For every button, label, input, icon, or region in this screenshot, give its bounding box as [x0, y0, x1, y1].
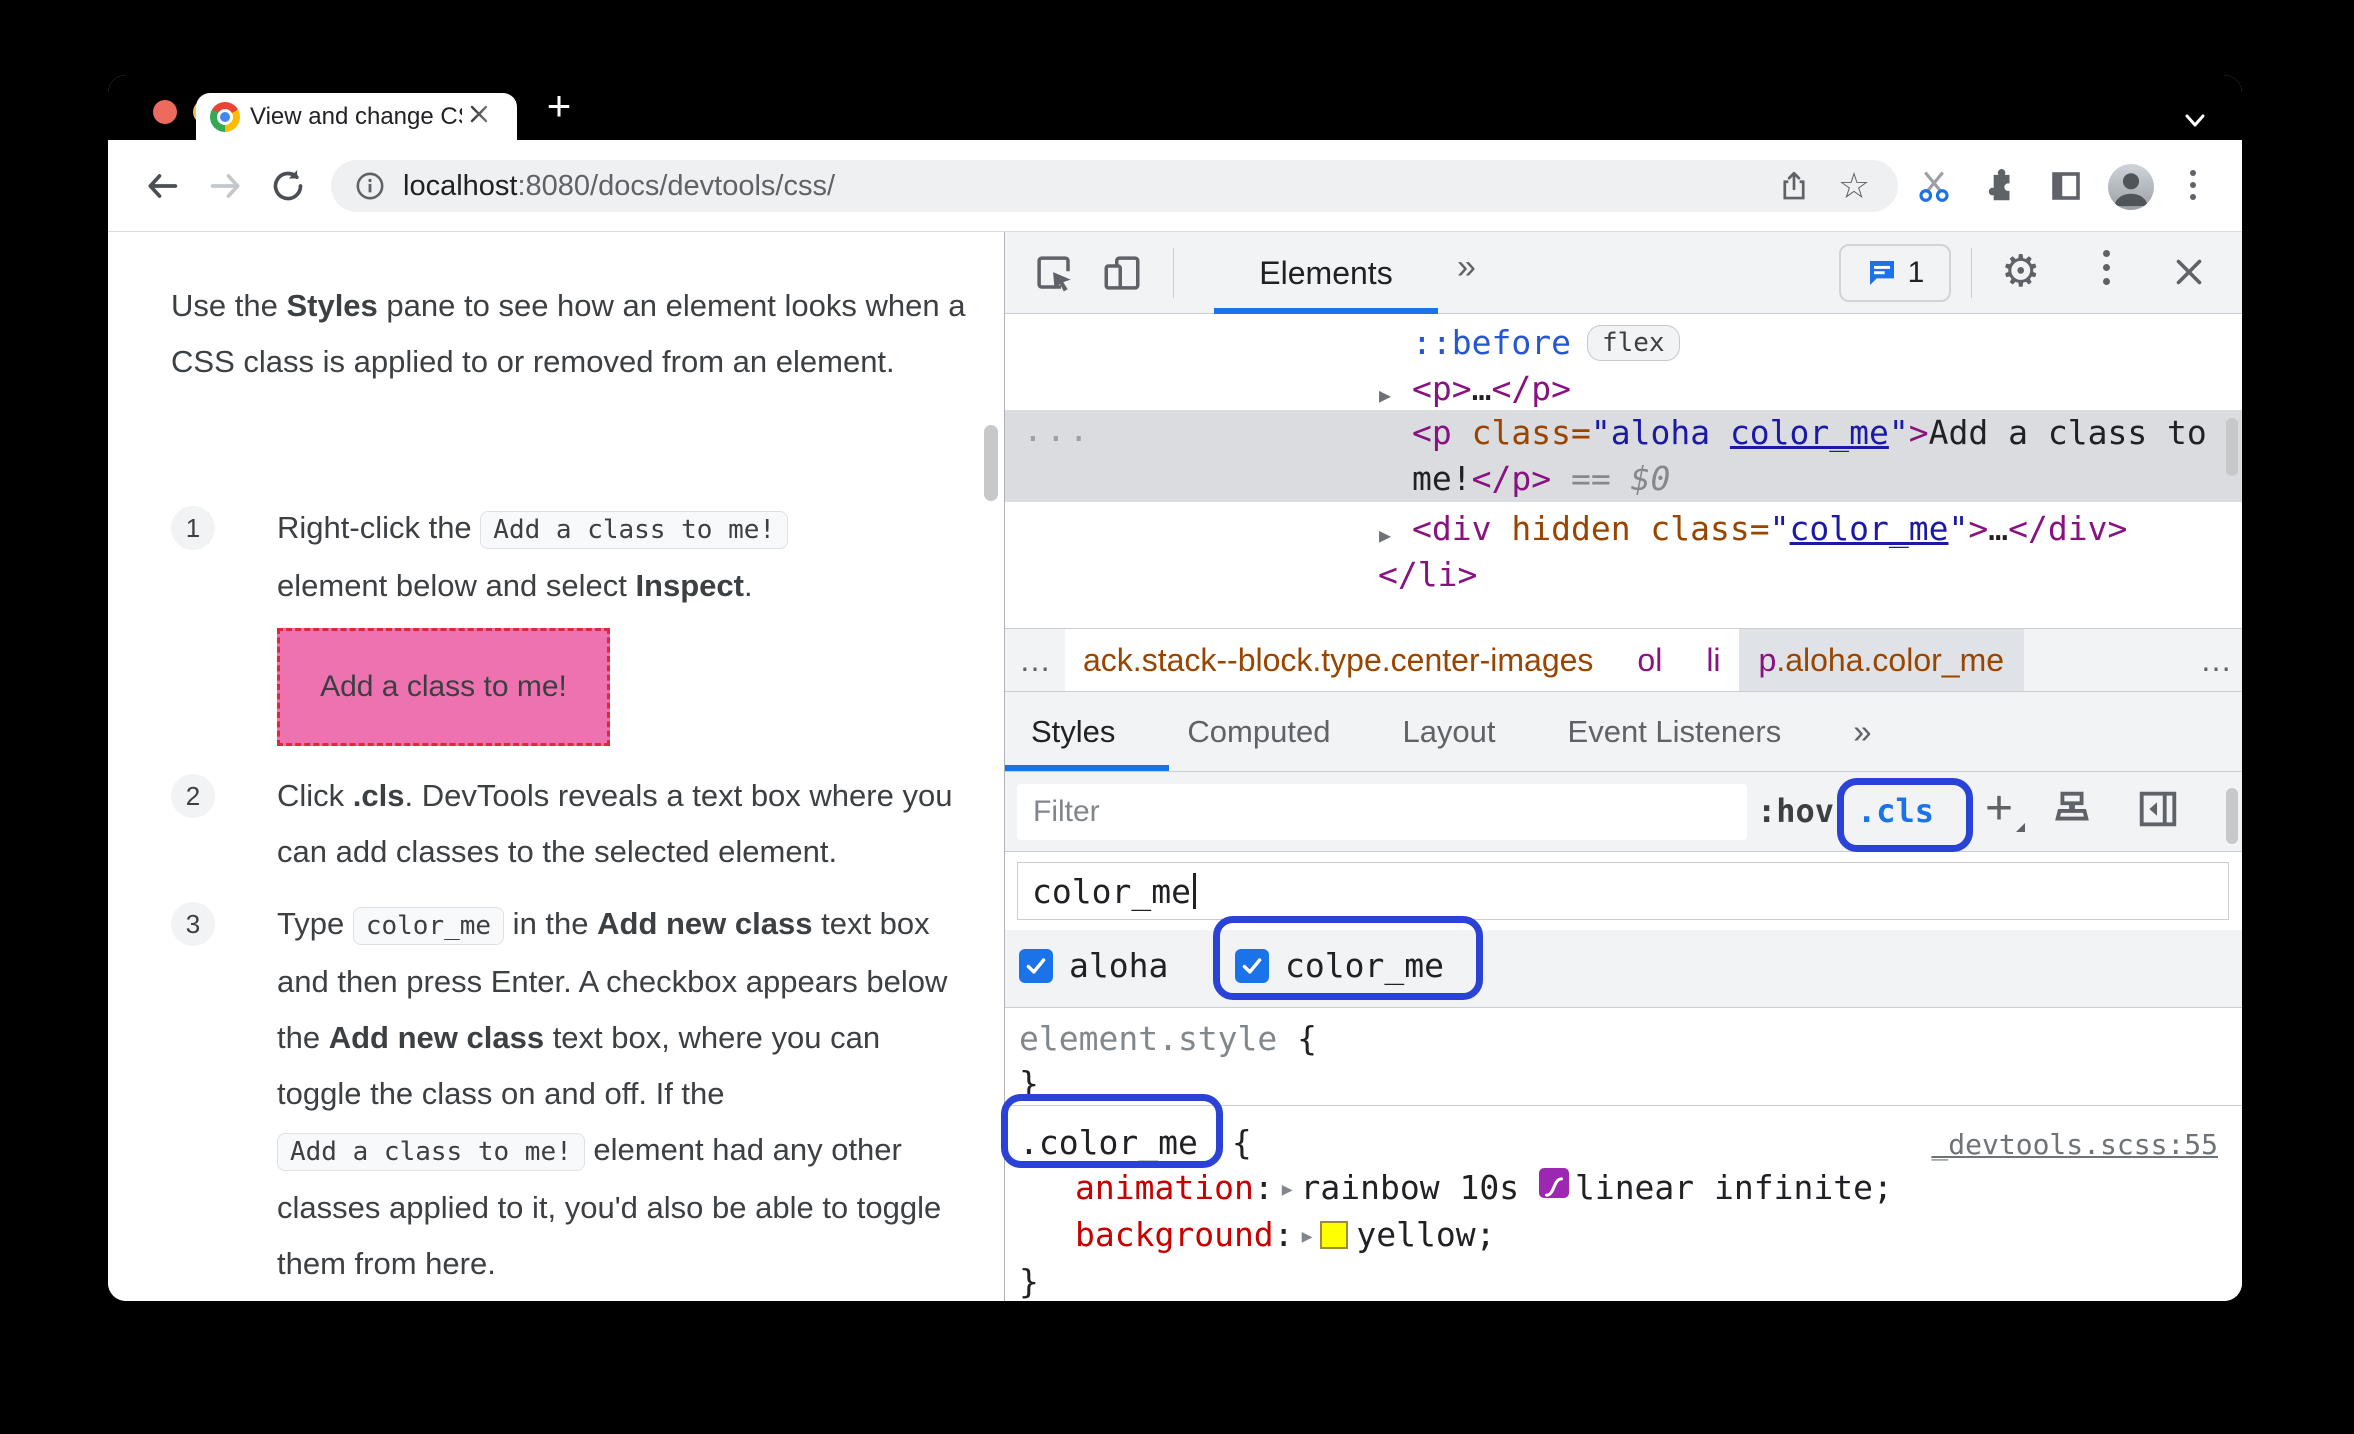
rendering-emulation-icon[interactable] — [2049, 786, 2095, 837]
new-tab-button[interactable]: + — [536, 82, 582, 129]
breadcrumb-stack-block[interactable]: ack.stack--block.type.center-images — [1083, 642, 1593, 679]
site-info-icon[interactable] — [353, 169, 387, 203]
step-3-number: 3 — [171, 902, 215, 946]
stylesheet-source-link[interactable]: _devtools.scss:55 — [1931, 1122, 2218, 1167]
tab-layout[interactable]: Layout — [1402, 714, 1495, 750]
message-icon — [1869, 261, 1894, 285]
inline-code-color-me: color_me — [352, 907, 505, 945]
styles-scrollbar-thumb[interactable] — [2226, 788, 2238, 844]
content-area: Use the Styles pane to see how an elemen… — [108, 232, 2242, 1301]
tab-event-listeners[interactable]: Event Listeners — [1568, 714, 1782, 750]
bookmark-star-icon[interactable]: ☆ — [1834, 166, 1874, 206]
step-2-text: Click .cls. DevTools reveals a text box … — [277, 778, 953, 869]
node-overflow-dots[interactable]: ... — [1023, 410, 1092, 449]
element-style-rule[interactable]: element.style { } — [1005, 1008, 2242, 1106]
close-devtools-icon[interactable] — [2171, 254, 2213, 296]
share-icon[interactable] — [1774, 166, 1814, 206]
address-bar[interactable]: localhost:8080/docs/devtools/css/ — [331, 160, 1898, 212]
more-style-tabs-chevron[interactable]: » — [1853, 713, 1871, 751]
expand-value-arrow[interactable]: ▶ — [1302, 1226, 1313, 1247]
bezier-editor-icon[interactable] — [1538, 1168, 1569, 1198]
close-window-button[interactable] — [153, 100, 177, 124]
page-scrollbar-thumb[interactable] — [984, 425, 998, 501]
profile-avatar[interactable] — [2108, 164, 2154, 210]
inspect-element-icon[interactable] — [1033, 252, 1075, 294]
settings-gear-icon[interactable]: ⚙ — [2001, 242, 2040, 302]
more-panels-chevron[interactable]: » — [1457, 248, 1476, 287]
tab-computed[interactable]: Computed — [1187, 714, 1330, 750]
step-1-number: 1 — [171, 506, 215, 550]
extensions-puzzle-icon[interactable] — [1980, 166, 2020, 206]
class-toggle-aloha[interactable]: aloha — [1019, 946, 1168, 985]
devtools-menu-icon[interactable] — [2103, 250, 2110, 285]
step-3: 3 Type color_me in the Add new class tex… — [171, 896, 961, 1292]
issues-counter-button[interactable]: 1 — [1839, 244, 1951, 302]
step-3-text: Type color_me in the Add new class text … — [277, 906, 948, 1281]
styles-tab-bar: Styles Computed Layout Event Listeners » — [1005, 692, 2242, 772]
back-button[interactable] — [142, 166, 182, 206]
breadcrumb-li[interactable]: li — [1706, 642, 1720, 679]
dom-tree: ::before flex ▶ <p>…</p> ... <p class="al… — [1005, 314, 2242, 628]
tab-elements[interactable]: Elements — [1214, 232, 1438, 314]
intro-paragraph: Use the Styles pane to see how an elemen… — [171, 288, 966, 379]
checkbox-checked-icon[interactable] — [1019, 948, 1053, 983]
browser-window: View and change CSS - Chrome + localhost… — [108, 75, 2242, 1301]
breadcrumb-overflow-left[interactable]: … — [1005, 629, 1065, 691]
tab-strip: View and change CSS - Chrome + — [108, 75, 2242, 140]
docs-page: Use the Styles pane to see how an elemen… — [108, 232, 1004, 1301]
breadcrumb-selected[interactable]: p .aloha.color_me — [1738, 629, 2025, 691]
text-caret — [1192, 873, 1196, 909]
add-class-demo-box[interactable]: Add a class to me! — [277, 628, 610, 746]
dom-scrollbar-thumb[interactable] — [2226, 418, 2238, 476]
dom-breadcrumbs: … ack.stack--block.type.center-images ol… — [1005, 628, 2242, 692]
browser-toolbar: localhost:8080/docs/devtools/css/ ☆ — [108, 140, 2242, 232]
url-text: localhost:8080/docs/devtools/css/ — [403, 169, 836, 202]
rule-selector[interactable]: .color_me — [1019, 1123, 1198, 1162]
scissors-extension-icon[interactable] — [1914, 166, 1954, 206]
tab-styles[interactable]: Styles — [1031, 714, 1115, 750]
step-1-text: Right-click the Add a class to me! elemen… — [277, 500, 961, 614]
checkbox-checked-icon[interactable] — [1235, 948, 1269, 983]
color-me-rule[interactable]: _devtools.scss:55 .color_me{ animation: ▶… — [1005, 1106, 2242, 1301]
declaration-background[interactable]: background: ▶ yellow; — [1019, 1212, 2242, 1259]
breadcrumb-overflow-right[interactable]: … — [2200, 642, 2232, 679]
inline-code-add-a-class: Add a class to me! — [480, 511, 789, 549]
forward-button[interactable] — [206, 166, 246, 206]
declaration-animation[interactable]: animation: ▶ rainbow 10s linear infinite; — [1019, 1165, 2242, 1212]
device-toolbar-icon[interactable] — [1101, 252, 1143, 294]
styles-filter-bar: :hov .cls + — [1005, 772, 2242, 852]
flex-badge[interactable]: flex — [1586, 325, 1680, 361]
styles-filter-input[interactable] — [1017, 784, 1747, 840]
toggle-hover-state-button[interactable]: :hov — [1757, 792, 1834, 830]
dom-node-div-hidden[interactable]: ▶ <div hidden class="color_me">…</div> — [1005, 506, 2242, 552]
tab-title: View and change CSS - Chrome — [250, 102, 462, 130]
dom-node-selected[interactable]: ... <p class="aloha color_me">Add a clas… — [1005, 410, 2242, 502]
browser-menu-icon[interactable] — [2190, 170, 2196, 200]
inline-code-add-a-class-2: Add a class to me! — [277, 1133, 585, 1171]
devtools-toolbar: Elements » 1 ⚙ — [1005, 232, 2242, 314]
new-style-rule-button[interactable]: + — [1971, 780, 2027, 836]
styles-pane: color_me aloha color_me element.style {… — [1005, 852, 2242, 1301]
step-2-number: 2 — [171, 774, 215, 818]
class-toggle-color-me[interactable]: color_me — [1235, 946, 1444, 985]
step-2: 2 Click .cls. DevTools reveals a text bo… — [171, 768, 961, 880]
dom-node-p-collapsed[interactable]: ▶ <p>…</p> — [1005, 366, 2242, 412]
breadcrumb-ol[interactable]: ol — [1637, 642, 1662, 679]
add-new-class-input[interactable]: color_me — [1017, 862, 2229, 920]
toggle-sidebar-icon[interactable] — [2135, 786, 2181, 837]
tab-window-icon[interactable] — [2046, 166, 2086, 206]
dom-node-before[interactable]: ::before flex — [1005, 320, 2242, 366]
dom-node-li-close[interactable]: </li> — [1005, 552, 2242, 598]
tab-search-chevron-icon[interactable] — [2178, 111, 2212, 138]
devtools-panel: Elements » 1 ⚙ ::before flex ▶ <p>…</p> … — [1001, 232, 2242, 1301]
reload-button[interactable] — [268, 166, 308, 206]
expand-value-arrow[interactable]: ▶ — [1282, 1179, 1293, 1200]
color-swatch-yellow[interactable] — [1320, 1221, 1349, 1249]
toggle-element-classes-button[interactable]: .cls — [1857, 792, 1934, 830]
browser-tab[interactable]: View and change CSS - Chrome — [196, 93, 517, 140]
chrome-favicon-icon — [210, 101, 240, 132]
class-toggles-row: aloha color_me — [1005, 930, 2242, 1008]
step-1: 1 Right-click the Add a class to me! elem… — [171, 500, 961, 746]
